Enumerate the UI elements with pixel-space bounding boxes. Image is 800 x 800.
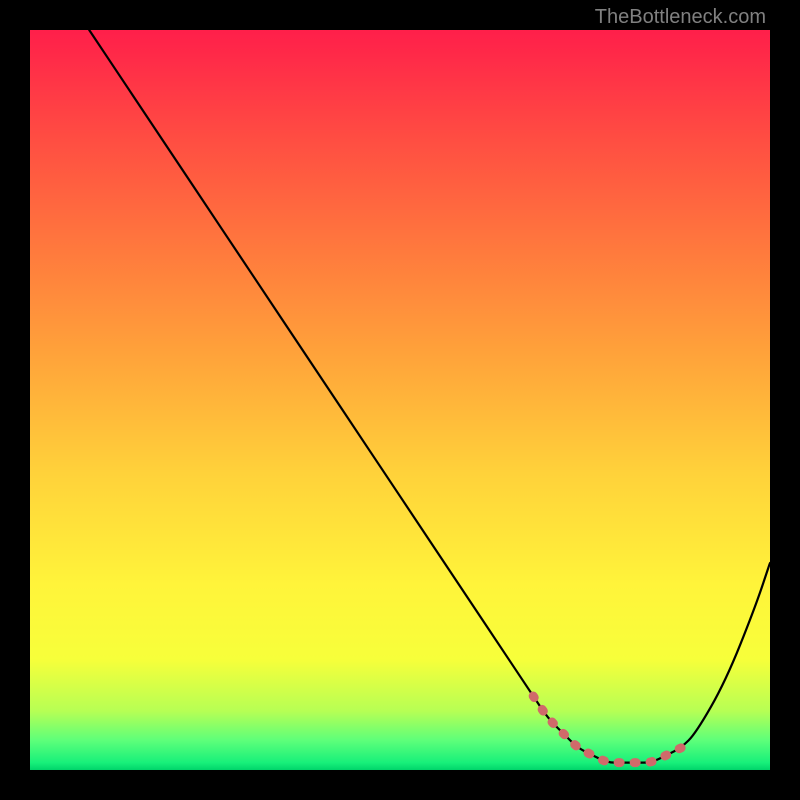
bottleneck-curve (89, 30, 770, 763)
plot-area (30, 30, 770, 770)
attribution-text: TheBottleneck.com (595, 6, 766, 29)
optimal-range-dotted (533, 696, 681, 763)
chart-svg (30, 30, 770, 770)
chart-container: TheBottleneck.com (0, 0, 800, 800)
